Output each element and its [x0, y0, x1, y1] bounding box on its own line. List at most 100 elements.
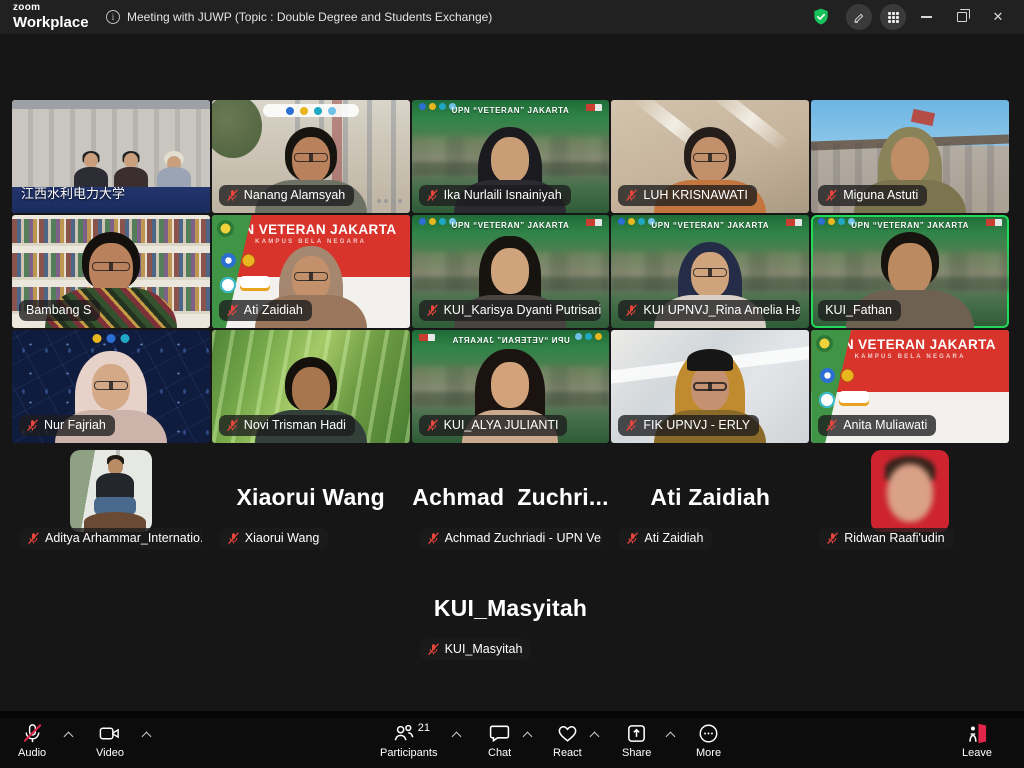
chat-button[interactable]: Chat: [488, 722, 511, 759]
scene-decor: [911, 109, 935, 126]
upn-flag-mark: [419, 334, 435, 341]
muted-mic-icon: [826, 532, 839, 545]
participant-name: Novi Trisman Hadi: [244, 418, 346, 432]
audio-tile-xiaorui[interactable]: Xiaorui Wang Xiaorui Wang: [212, 448, 410, 562]
close-button[interactable]: ✕: [980, 0, 1016, 34]
react-button[interactable]: React: [553, 722, 582, 759]
connection-dots-icon: [377, 199, 402, 203]
muted-mic-icon: [226, 189, 239, 202]
leave-button[interactable]: Leave: [962, 722, 992, 759]
participant-nameplate: KUI_Masyitah: [420, 639, 532, 660]
participants-count-badge: 21: [418, 722, 430, 734]
audio-button[interactable]: Audio: [18, 722, 46, 759]
scene-decor: [412, 162, 610, 176]
chat-options-chevron[interactable]: [519, 726, 535, 742]
scene-decor: [611, 340, 809, 384]
audio-tile-ati[interactable]: Ati Zaidiah Ati Zaidiah: [611, 448, 809, 562]
muted-mic-icon: [426, 419, 439, 432]
meeting-title: Meeting with JUWP (Topic : Double Degree…: [127, 10, 492, 24]
participant-name: Ika Nurlaili Isnainiyah: [444, 188, 562, 202]
upn-banner: UPN “VETERAN” JAKARTA: [412, 103, 610, 117]
video-tile-miguna[interactable]: Miguna Astuti: [811, 100, 1009, 213]
scene-decor: [12, 253, 210, 280]
more-button[interactable]: More: [696, 722, 721, 759]
zoom-workplace-logo: zoom Workplace: [13, 3, 89, 30]
more-ellipsis-icon: [697, 722, 720, 745]
leave-door-icon: [965, 722, 988, 745]
participant-nameplate: Ati Zaidiah: [219, 300, 312, 321]
participant-name: Ati Zaidiah: [244, 303, 303, 317]
display-name: Xiaorui Wang: [212, 484, 410, 511]
participant-name: Aditya Arhammar_Internatio...: [45, 531, 202, 545]
video-tile-ati[interactable]: UPN VETERAN JAKARTAKAMPUS BELA NEGARA At…: [212, 215, 410, 328]
participants-label: Participants: [380, 747, 437, 759]
video-tile-bambang[interactable]: Bambang S: [12, 215, 210, 328]
participant-name: Nanang Alamsyah: [244, 188, 345, 202]
video-tile-fik-erly[interactable]: FIK UPNVJ - ERLY: [611, 330, 809, 443]
audio-tile-masyitah[interactable]: KUI_Masyitah KUI_Masyitah: [412, 565, 610, 675]
participant-nameplate: Ridwan Raafi'udin: [819, 528, 953, 549]
participants-button[interactable]: 21 Participants: [380, 722, 437, 759]
muted-mic-icon: [626, 532, 639, 545]
video-tile-karisya[interactable]: UPN “VETERAN” JAKARTA KUI_Karisya Dyanti…: [412, 215, 610, 328]
muted-mic-icon: [426, 189, 439, 202]
video-tile-anita[interactable]: UPN VETERAN JAKARTAKAMPUS BELA NEGARA An…: [811, 330, 1009, 443]
display-name: Ati Zaidiah: [611, 484, 809, 511]
share-button[interactable]: Share: [622, 722, 651, 759]
video-options-chevron[interactable]: [138, 726, 154, 742]
muted-mic-icon: [825, 189, 838, 202]
video-tile-nanang[interactable]: Nanang Alamsyah: [212, 100, 410, 213]
participant-nameplate: KUI_ALYA JULIANTI: [419, 415, 568, 436]
video-tile-ika[interactable]: UPN “VETERAN” JAKARTA Ika Nurlaili Isnai…: [412, 100, 610, 213]
muted-mic-icon: [26, 419, 39, 432]
muted-mic-icon: [625, 304, 638, 317]
video-button[interactable]: Video: [96, 722, 124, 759]
share-label: Share: [622, 747, 651, 759]
logo-upn: [241, 253, 256, 268]
video-tile-luh[interactable]: LUH KRISNAWATI: [611, 100, 809, 213]
info-icon[interactable]: i: [106, 10, 120, 24]
audio-options-chevron[interactable]: [60, 726, 76, 742]
pencil-icon: [853, 11, 866, 24]
scene-decor: [212, 100, 262, 158]
display-name: Achmad Zuchri...: [412, 484, 610, 511]
participant-nameplate: KUI_Karisya Dyanti Putrisari: [419, 300, 601, 321]
video-label: Video: [96, 747, 124, 759]
scene-decor: [710, 100, 790, 152]
upn-flag-mark: [586, 219, 602, 226]
scene-decor: [635, 100, 715, 158]
video-tile-nur[interactable]: Nur Fajriah: [12, 330, 210, 443]
react-options-chevron[interactable]: [586, 726, 602, 742]
video-tile-alya[interactable]: UPN “VETERAN” JAKARTA KUI_ALYA JULIANTI: [412, 330, 610, 443]
audio-tile-ridwan[interactable]: Ridwan Raafi'udin: [811, 448, 1009, 562]
mic-muted-icon: [21, 722, 44, 745]
participant-name: Miguna Astuti: [843, 188, 918, 202]
muted-mic-icon: [226, 419, 239, 432]
logo-kampus-merdeka: [839, 391, 869, 406]
share-options-chevron[interactable]: [662, 726, 678, 742]
video-tile-rina[interactable]: UPN “VETERAN” JAKARTA KUI UPNVJ_Rina Ame…: [611, 215, 809, 328]
annotate-pencil-button[interactable]: [844, 2, 874, 32]
participants-icon: [392, 722, 415, 745]
audio-label: Audio: [18, 747, 46, 759]
video-grid: 江西水利电力大学 Nanang Alamsyah UPN “VETERAN” J…: [12, 100, 1009, 443]
restore-icon: [957, 12, 967, 22]
audio-participants-row-2: KUI_Masyitah KUI_Masyitah: [12, 565, 1009, 675]
apps-grid-button[interactable]: [878, 2, 908, 32]
video-tile-novi[interactable]: Novi Trisman Hadi: [212, 330, 410, 443]
video-tile-fathan-active-speaker[interactable]: UPN “VETERAN” JAKARTA KUI_Fathan: [811, 215, 1009, 328]
more-label: More: [696, 747, 721, 759]
participant-name: Nur Fajriah: [44, 418, 106, 432]
restore-button[interactable]: [944, 0, 980, 34]
video-tile-jiangxi[interactable]: 江西水利电力大学: [12, 100, 210, 213]
scene-decor: [611, 277, 809, 291]
minimize-button[interactable]: [908, 0, 944, 34]
participants-options-chevron[interactable]: [448, 726, 464, 742]
audio-tile-aditya[interactable]: Aditya Arhammar_Internatio...: [12, 448, 210, 562]
participant-nameplate: Anita Muliawati: [818, 415, 936, 436]
security-shield-icon[interactable]: [806, 2, 836, 32]
participant-nameplate: Bambang S: [19, 300, 100, 321]
participant-nameplate: Nur Fajriah: [19, 415, 115, 436]
muted-mic-icon: [227, 532, 240, 545]
audio-tile-achmad[interactable]: Achmad Zuchri... Achmad Zuchriadi - UPN …: [412, 448, 610, 562]
